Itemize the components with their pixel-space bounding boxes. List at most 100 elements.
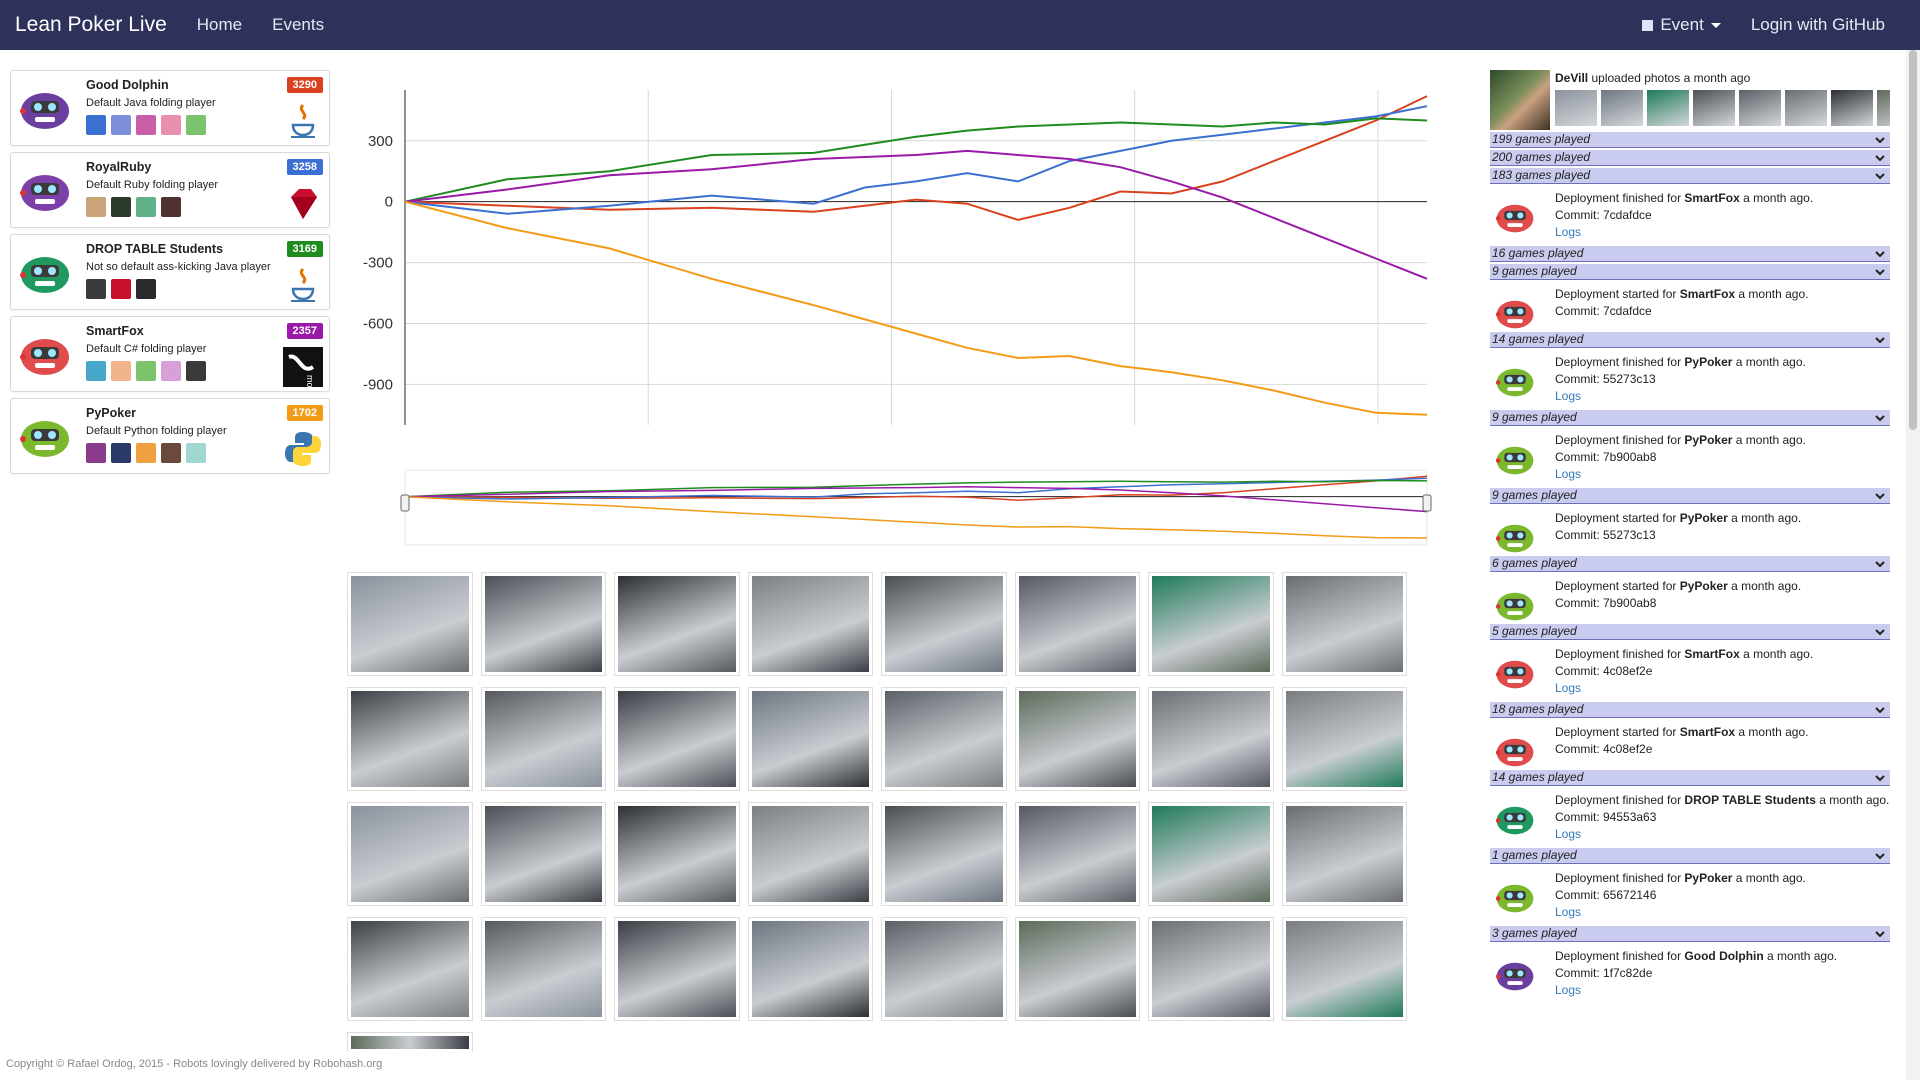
games-played-bar[interactable]: 9 games played (1490, 410, 1890, 426)
deployment-player[interactable]: SmartFox (1684, 647, 1739, 661)
logs-link[interactable]: Logs (1555, 388, 1806, 405)
player-name[interactable]: RoyalRuby (86, 160, 151, 174)
upload-photo-thumb[interactable] (1555, 90, 1597, 126)
player-name[interactable]: PyPoker (86, 406, 136, 420)
gallery-photo[interactable] (1014, 687, 1140, 791)
scrollbar[interactable] (1906, 50, 1920, 1080)
contributor-avatar[interactable] (136, 115, 156, 135)
chevron-down-icon[interactable] (1874, 704, 1886, 716)
logs-link[interactable]: Logs (1555, 224, 1813, 241)
gallery-photo[interactable] (1014, 917, 1140, 1021)
uploader-avatar[interactable] (1490, 70, 1550, 130)
chevron-down-icon[interactable] (1874, 134, 1886, 146)
chevron-down-icon[interactable] (1874, 152, 1886, 164)
logs-link[interactable]: Logs (1555, 466, 1806, 483)
gallery-photo[interactable] (480, 687, 606, 791)
contributor-avatar[interactable] (186, 361, 206, 381)
chevron-down-icon[interactable] (1874, 772, 1886, 784)
deployment-player[interactable]: DROP TABLE Students (1684, 793, 1816, 807)
contributor-avatar[interactable] (111, 115, 131, 135)
navigator-handle[interactable] (1422, 494, 1432, 512)
gallery-photo[interactable] (1014, 572, 1140, 676)
gallery-photo[interactable] (347, 917, 473, 1021)
games-played-bar[interactable]: 6 games played (1490, 556, 1890, 572)
contributor-avatar[interactable] (161, 197, 181, 217)
contributor-avatar[interactable] (161, 115, 181, 135)
chevron-down-icon[interactable] (1874, 170, 1886, 182)
gallery-photo[interactable] (881, 687, 1007, 791)
upload-photo-thumb[interactable] (1601, 90, 1643, 126)
games-played-bar[interactable]: 9 games played (1490, 264, 1890, 280)
games-played-bar[interactable]: 18 games played (1490, 702, 1890, 718)
games-played-bar[interactable]: 5 games played (1490, 624, 1890, 640)
contributor-avatar[interactable] (86, 443, 106, 463)
gallery-photo[interactable] (1281, 572, 1407, 676)
gallery-photo[interactable] (747, 802, 873, 906)
logs-link[interactable]: Logs (1555, 826, 1889, 843)
player-card[interactable]: DROP TABLE Students Not so default ass-ki… (10, 234, 330, 310)
chevron-down-icon[interactable] (1874, 850, 1886, 862)
gallery-photo[interactable] (1148, 917, 1274, 1021)
gallery-photo[interactable] (747, 572, 873, 676)
contributor-avatar[interactable] (186, 115, 206, 135)
scrollbar-thumb[interactable] (1909, 50, 1917, 430)
chevron-down-icon[interactable] (1874, 558, 1886, 570)
player-name[interactable]: SmartFox (86, 324, 144, 338)
gallery-photo[interactable] (1014, 802, 1140, 906)
deployment-player[interactable]: SmartFox (1680, 725, 1735, 739)
player-card[interactable]: RoyalRuby Default Ruby folding player 3258 (10, 152, 330, 228)
gallery-photo[interactable] (1281, 917, 1407, 1021)
contributor-avatar[interactable] (136, 361, 156, 381)
contributor-avatar[interactable] (186, 443, 206, 463)
chevron-down-icon[interactable] (1874, 266, 1886, 278)
player-card[interactable]: SmartFox Default C# folding player 2357 mon… (10, 316, 330, 398)
gallery-photo[interactable] (480, 802, 606, 906)
gallery-photo[interactable] (347, 687, 473, 791)
contributor-avatar[interactable] (86, 279, 106, 299)
upload-photo-thumb[interactable] (1877, 90, 1890, 126)
upload-photo-thumb[interactable] (1693, 90, 1735, 126)
deployment-player[interactable]: PyPoker (1680, 579, 1728, 593)
gallery-photo[interactable] (747, 917, 873, 1021)
games-played-bar[interactable]: 199 games played (1490, 132, 1890, 148)
chevron-down-icon[interactable] (1874, 928, 1886, 940)
contributor-avatar[interactable] (86, 115, 106, 135)
gallery-photo[interactable] (1148, 802, 1274, 906)
gallery-photo[interactable] (614, 802, 740, 906)
nav-events[interactable]: Events (272, 15, 324, 35)
player-card[interactable]: PyPoker Default Python folding player 1702 (10, 398, 330, 474)
contributor-avatar[interactable] (161, 443, 181, 463)
deployment-player[interactable]: Good Dolphin (1684, 949, 1763, 963)
logs-link[interactable]: Logs (1555, 904, 1806, 921)
gallery-photo[interactable] (1281, 802, 1407, 906)
gallery-photo[interactable] (347, 802, 473, 906)
chevron-down-icon[interactable] (1874, 490, 1886, 502)
gallery-photo[interactable] (480, 917, 606, 1021)
upload-photo-thumb[interactable] (1785, 90, 1827, 126)
contributor-avatar[interactable] (111, 197, 131, 217)
upload-photo-thumb[interactable] (1739, 90, 1781, 126)
gallery-photo[interactable] (614, 687, 740, 791)
deployment-player[interactable]: PyPoker (1684, 433, 1732, 447)
games-played-bar[interactable]: 16 games played (1490, 246, 1890, 262)
player-name[interactable]: DROP TABLE Students (86, 242, 223, 256)
brand-link[interactable]: Lean Poker Live (15, 13, 167, 37)
upload-photo-thumb[interactable] (1647, 90, 1689, 126)
gallery-photo[interactable] (347, 1032, 473, 1052)
games-played-bar[interactable]: 9 games played (1490, 488, 1890, 504)
contributor-avatar[interactable] (86, 197, 106, 217)
nav-home[interactable]: Home (197, 15, 242, 35)
chevron-down-icon[interactable] (1874, 248, 1886, 260)
chevron-down-icon[interactable] (1874, 412, 1886, 424)
gallery-photo[interactable] (747, 687, 873, 791)
gallery-photo[interactable] (881, 802, 1007, 906)
games-played-bar[interactable]: 200 games played (1490, 150, 1890, 166)
logs-link[interactable]: Logs (1555, 680, 1813, 697)
contributor-avatar[interactable] (111, 361, 131, 381)
contributor-avatar[interactable] (111, 443, 131, 463)
deployment-player[interactable]: SmartFox (1680, 287, 1735, 301)
games-played-bar[interactable]: 1 games played (1490, 848, 1890, 864)
chevron-down-icon[interactable] (1874, 334, 1886, 346)
contributor-avatar[interactable] (161, 361, 181, 381)
deployment-player[interactable]: PyPoker (1680, 511, 1728, 525)
